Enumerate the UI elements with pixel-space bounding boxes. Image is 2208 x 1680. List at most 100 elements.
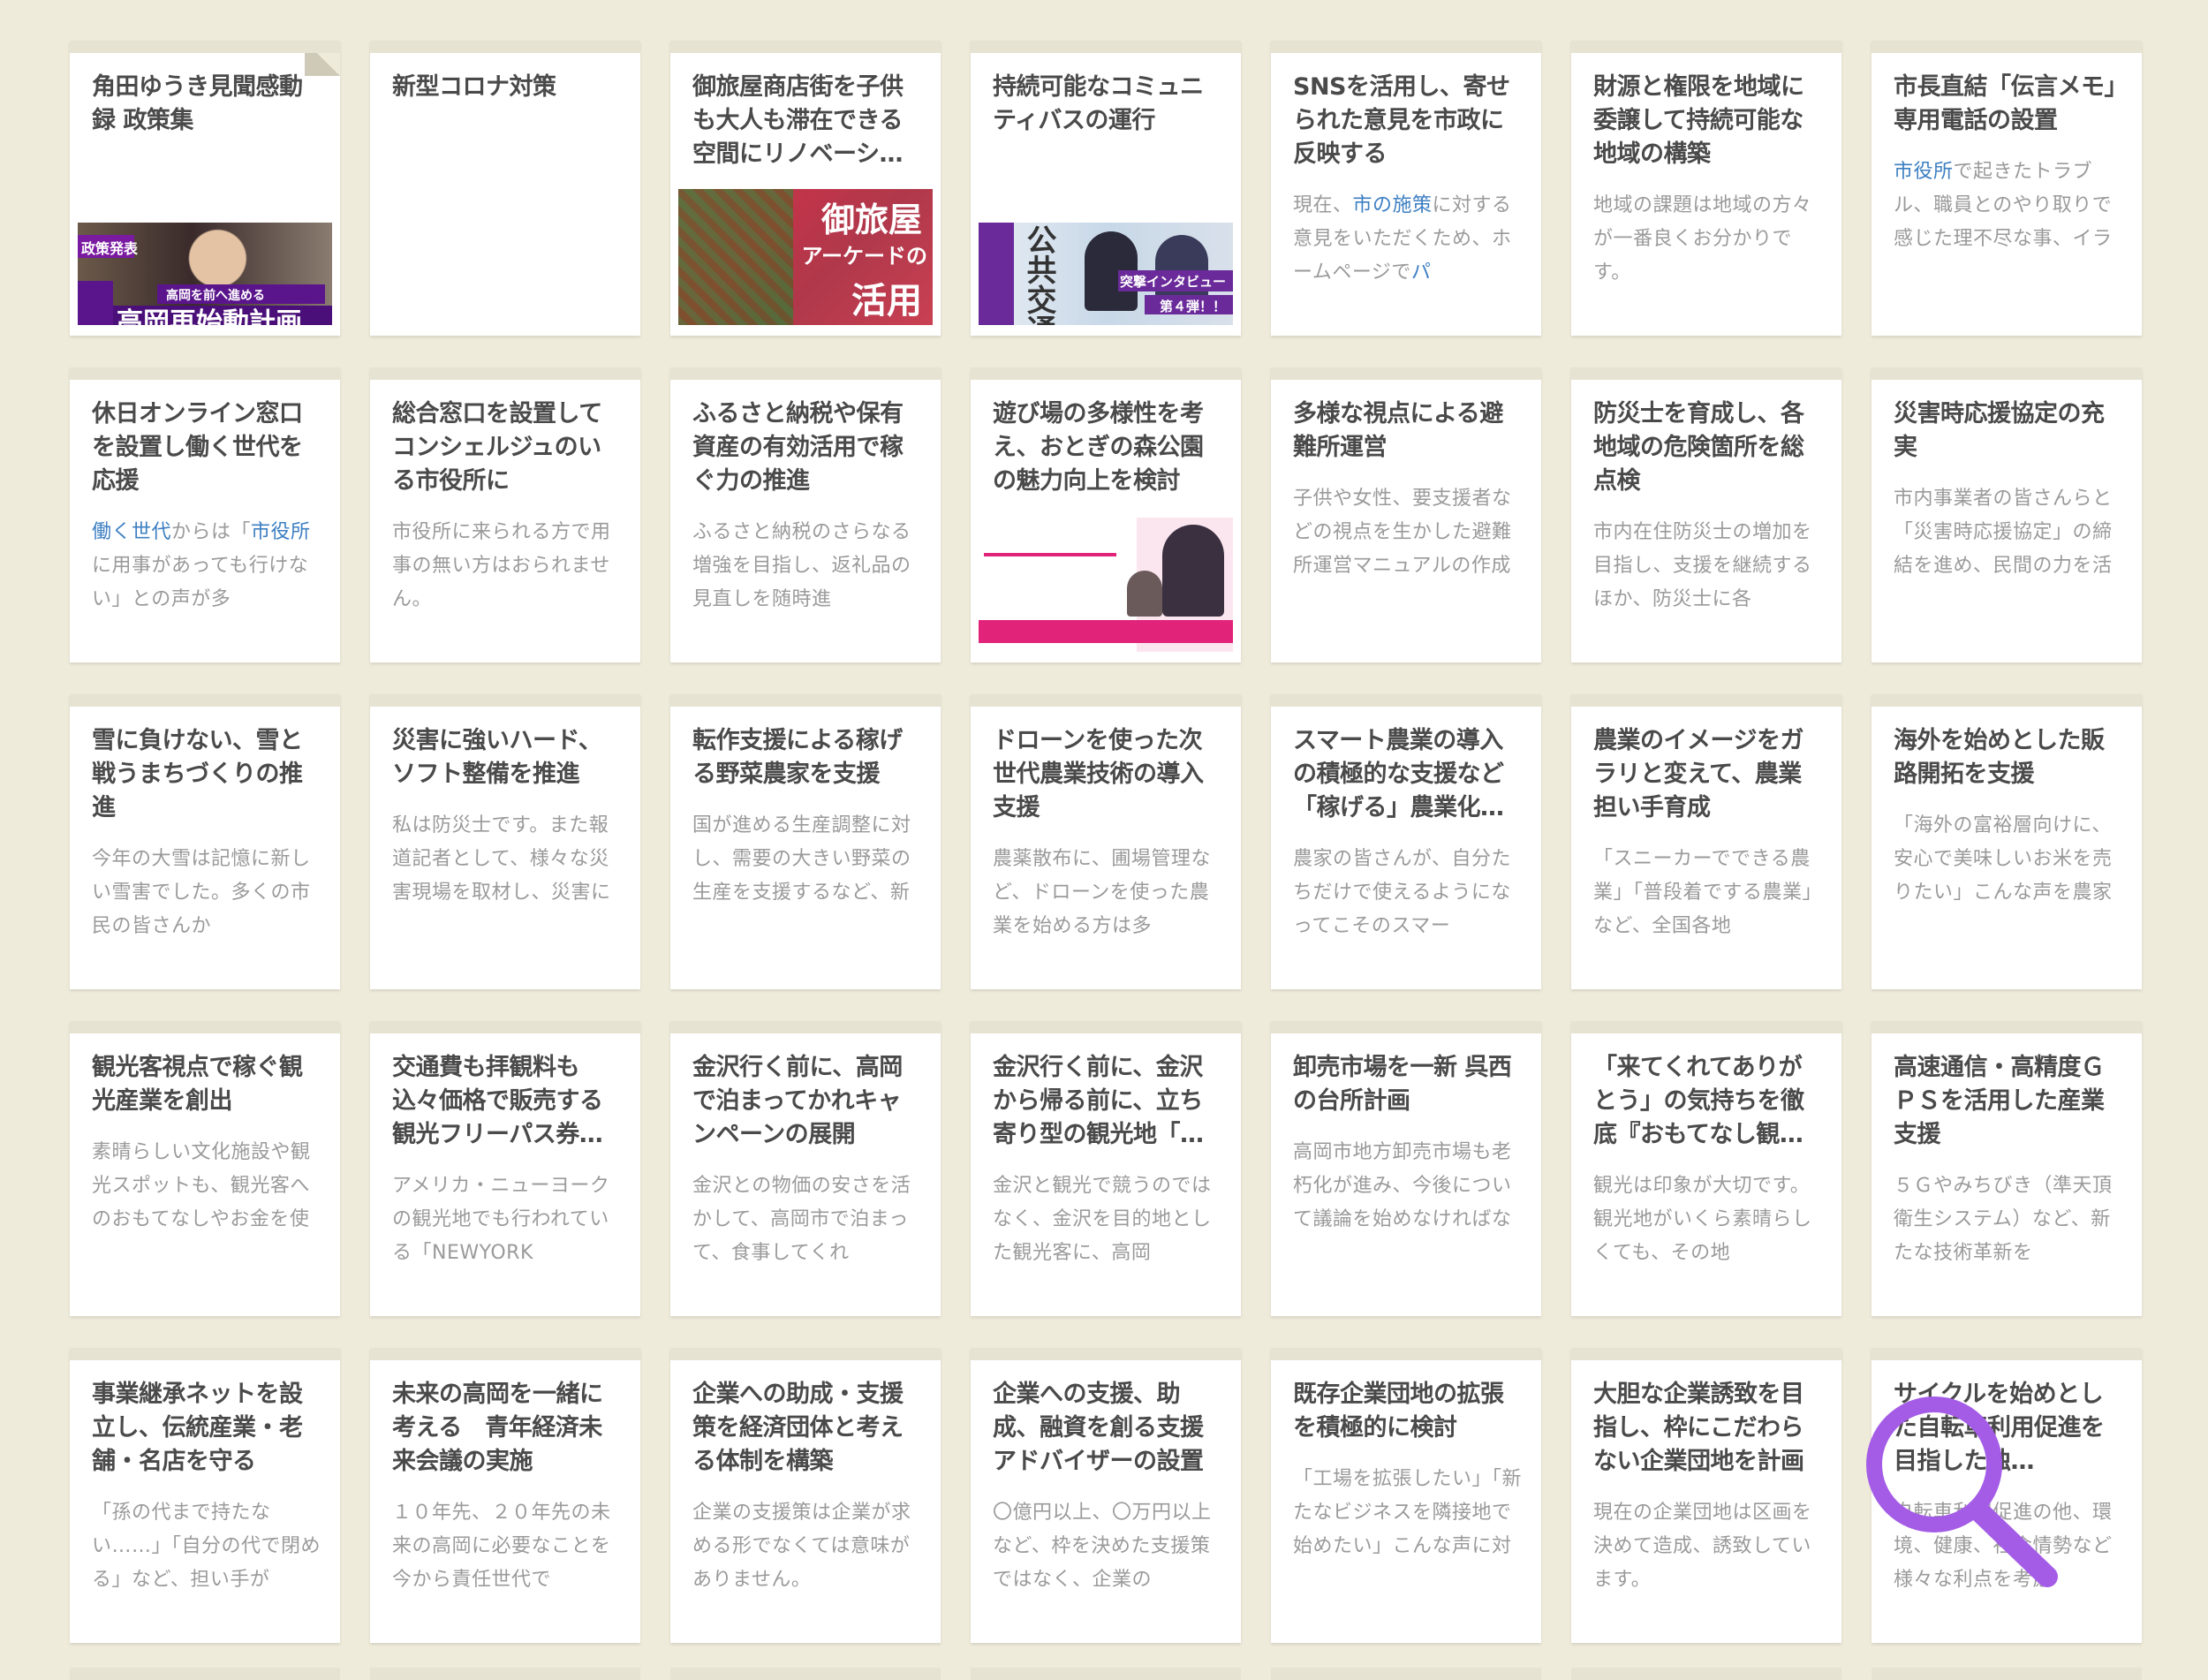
policy-card[interactable]: SNSを活用し、寄せられた意見を市政に反映する 現在、市の施策に対する意見をいただ… [1271, 41, 1541, 336]
policy-card-title[interactable]: 海外を始めとした販路開拓を支援 [1894, 724, 2122, 791]
search-icon[interactable] [1855, 1387, 2067, 1599]
policy-card[interactable]: 御旅屋商店街を子供も大人も滞在できる空間にリノベーシ… 御旅屋 アーケードの 活… [670, 41, 941, 336]
policy-card[interactable]: 卸売市場を一新 呉西の台所計画高岡市地方卸売市場も老朽化が進み、今後について議論… [1271, 1021, 1541, 1316]
excerpt-text: 「工場を拡張したい」「新たなビジネスを隣接地で始めたい」こんな声に対し、区域 [1293, 1468, 1522, 1557]
excerpt-text: 「海外の富裕層向けに、安心で美味しいお米を売りたい」こんな声を農家の皆さんから [1894, 814, 2113, 904]
policy-card[interactable]: 災害時応援協定の充実 市内事業者の皆さんらと「災害時応援協定」の締結を進め、民間の… [1872, 367, 2142, 662]
policy-card-title[interactable]: 既存企業団地の拡張を積極的に検討 [1293, 1378, 1522, 1445]
policy-card[interactable]: 事業継承ネットを設立し、伝統産業・老舗・名店を守る「孫の代まで持たない……」「自… [70, 1348, 340, 1643]
policy-card[interactable]: 金沢行く前に、金沢から帰る前に、立ち寄り型の観光地「… 金沢と観光で競うのではなく… [971, 1021, 1241, 1316]
policy-card[interactable]: 金沢行く前に、高岡で泊まってかれキャンペーンの展開 金沢との物価の安さを活かして、… [670, 1021, 941, 1316]
policy-card[interactable]: 観光客視点で稼ぐ観光産業を創出素晴らしい文化施設や観光スポットも、観光客へのおも… [70, 1021, 340, 1316]
policy-card[interactable]: 未来の高岡を一緒に考える 青年経済未来会議の実施 １０年先、２０年先の未来の高岡に… [370, 1348, 640, 1643]
policy-card[interactable]: 雪に負けない、雪と戦うまちづくりの推進 今年の大雪は記憶に新しい雪害でした。多くの… [70, 694, 340, 989]
policy-card-excerpt: １０年先、２０年先の未来の高岡に必要なことを今から責任世代で [392, 1496, 621, 1597]
policy-card-excerpt: 地域の課題は地域の方々が一番良くお分かりです。 [1593, 189, 1822, 290]
park-thumbnail[interactable] [979, 518, 1233, 652]
arcade-thumbnail[interactable]: 御旅屋 アーケードの 活用 [678, 189, 933, 325]
policy-card-title[interactable]: スマート農業の導入の積極的な支援など「稼げる」農業化… [1293, 724, 1522, 825]
policy-card-title[interactable]: 災害時応援協定の充実 [1894, 397, 2122, 465]
policy-card-excerpt: 「スニーカーでできる農業」「普段着でする農業」など、全国各地 [1593, 843, 1822, 943]
policy-card-excerpt: 国が進める生産調整に対し、需要の大きい野菜の生産を支援するなど、新しい転作に挑戦 [692, 809, 921, 910]
excerpt-link[interactable]: パ [1411, 261, 1432, 284]
policy-card[interactable]: 高速通信・高精度ＧＰＳを活用した産業支援 ５Ｇやみちびき（準天頂衛生システム）など… [1872, 1021, 2142, 1316]
policy-card-title[interactable]: SNSを活用し、寄せられた意見を市政に反映する [1293, 71, 1522, 171]
bus-thumbnail[interactable]: 公共交通 突撃インタビュー 第４弾！！ [979, 223, 1233, 325]
policy-card[interactable]: 遊び場の多様性を考え、おとぎの森公園の魅力向上を検討 [971, 367, 1241, 662]
policy-card-title[interactable]: 災害に強いハード、ソフト整備を推進 [392, 724, 621, 791]
excerpt-text: 農薬散布に、圃場管理など、ドローンを使った農業を始める方は多 [993, 848, 1211, 937]
policy-card[interactable]: 農業のイメージをガラリと変えて、農業担い手育成 「スニーカーでできる農業」「普段着… [1571, 694, 1841, 989]
policy-card[interactable]: 大胆な企業誘致を目指し、枠にこだわらない企業団地を計画 現在の企業団地は区画を決め… [1571, 1348, 1841, 1643]
policy-card-excerpt: 高岡市地方卸売市場も老朽化が進み、今後について議論を始めなければなりません。 [1293, 1136, 1522, 1237]
policy-card[interactable]: 企業への助成・支援策を経済団体と考える体制を構築 企業の支援策は企業が求める形でな… [670, 1348, 941, 1643]
policy-card-title[interactable]: 多様な視点による避難所運営 [1293, 397, 1522, 465]
policy-card[interactable]: ふるさと納税や保有資産の有効活用で稼ぐ力の推進 ふるさと納税のさらなる増強を目指し… [670, 367, 941, 662]
policy-card-title[interactable]: 農業のイメージをガラリと変えて、農業担い手育成 [1593, 724, 1822, 825]
policy-card-title[interactable]: 角田ゆうき見聞感動録 政策集 [92, 71, 321, 138]
policy-card-title[interactable]: 総合窓口を設置してコンシェルジュのいる市役所に [392, 397, 621, 498]
policy-card-excerpt: 「孫の代まで持たない……」「自分の代で閉める」など、担い手が [92, 1496, 321, 1597]
policy-card[interactable]: 財源と権限を地域に委譲して持続可能な地域の構築 地域の課題は地域の方々が一番良くお… [1571, 41, 1841, 336]
policy-thumbnail[interactable]: 政策発表 高岡を前へ進める 高岡再始動計画 [78, 223, 332, 325]
policy-card-title[interactable]: 企業への支援、助成、融資を創る支援アドバイザーの設置 [993, 1378, 1221, 1479]
policy-card[interactable]: ドローンを使った次世代農業技術の導入支援農薬散布に、圃場管理など、ドローンを使っ… [971, 694, 1241, 989]
policy-card-excerpt: 市内在住防災士の増加を目指し、支援を継続するほか、防災士に各 [1593, 516, 1822, 617]
policy-card-title[interactable]: 遊び場の多様性を考え、おとぎの森公園の魅力向上を検討 [993, 397, 1221, 498]
excerpt-text: 〇億円以上、〇万円以上など、枠を決めた支援策ではなく、企業の [993, 1502, 1212, 1591]
policy-card[interactable]: 既存企業団地の拡張を積極的に検討「工場を拡張したい」「新たなビジネスを隣接地で始… [1271, 1348, 1541, 1643]
policy-card-title[interactable]: 企業への助成・支援策を経済団体と考える体制を構築 [692, 1378, 921, 1479]
policy-card-title[interactable]: 交通費も拝観料も込々価格で販売する観光フリーパス券… [392, 1051, 621, 1152]
policy-card-title[interactable]: 財源と権限を地域に委譲して持続可能な地域の構築 [1593, 71, 1822, 171]
policy-card-title[interactable]: 新型コロナ対策 [392, 71, 621, 104]
policy-card[interactable]: 市長直結「伝言メモ」専用電話の設置 市役所で起きたトラブル、職員とのやり取りで感じ… [1872, 41, 2142, 336]
policy-card-title[interactable]: 金沢行く前に、金沢から帰る前に、立ち寄り型の観光地「… [993, 1051, 1221, 1152]
policy-card-excerpt: ５Ｇやみちびき（準天頂衛生システム）など、新たな技術革新を [1894, 1169, 2122, 1270]
policy-card-title[interactable]: 雪に負けない、雪と戦うまちづくりの推進 [92, 724, 321, 825]
policy-card-title[interactable]: 事業継承ネットを設立し、伝統産業・老舗・名店を守る [92, 1378, 321, 1479]
excerpt-link[interactable]: 働く世代 [92, 521, 171, 543]
policy-card-title[interactable]: 大胆な企業誘致を目指し、枠にこだわらない企業団地を計画 [1593, 1378, 1822, 1479]
policy-card[interactable]: 転作支援による稼げる野菜農家を支援国が進める生産調整に対し、需要の大きい野菜の生… [670, 694, 941, 989]
policy-card-excerpt: 農薬散布に、圃場管理など、ドローンを使った農業を始める方は多 [993, 843, 1221, 943]
policy-card[interactable]: 総合窓口を設置してコンシェルジュのいる市役所に市役所に来られる方で用事の無い方は… [370, 367, 640, 662]
policy-card-title[interactable]: 市長直結「伝言メモ」専用電話の設置 [1894, 71, 2122, 138]
policy-card-title[interactable]: 「来てくれてありがとう」の気持ちを徹底『おもてなし観… [1593, 1051, 1822, 1152]
policy-card[interactable]: 持続可能なコミュニティバスの運行 公共交通 突撃インタビュー 第４弾！！ [971, 41, 1241, 336]
policy-card-title[interactable]: 未来の高岡を一緒に考える 青年経済未来会議の実施 [392, 1378, 621, 1479]
policy-card-title[interactable]: 転作支援による稼げる野菜農家を支援 [692, 724, 921, 791]
policy-card[interactable]: 災害に強いハード、ソフト整備を推進 私は防災士です。また報道記者として、様々な災害… [370, 694, 640, 989]
excerpt-text: 市内在住防災士の増加を目指し、支援を継続するほか、防災士に各 [1593, 521, 1812, 610]
excerpt-text: 素晴らしい文化施設や観光スポットも、観光客へのおもてなしやお金を使う場所が無けれ [92, 1141, 311, 1230]
policy-card-title[interactable]: 卸売市場を一新 呉西の台所計画 [1293, 1051, 1522, 1118]
policy-card-title[interactable]: 持続可能なコミュニティバスの運行 [993, 71, 1221, 138]
policy-card[interactable]: 休日オンライン窓口を設置し働く世代を応援 働く世代からは「市役所に用事があっても行… [70, 367, 340, 662]
page-curl-fold [305, 53, 340, 76]
policy-card[interactable]: 多様な視点による避難所運営 子供や女性、要支援者などの視点を生かした避難所運営マニ… [1271, 367, 1541, 662]
policy-card-title[interactable]: 高速通信・高精度ＧＰＳを活用した産業支援 [1894, 1051, 2122, 1152]
policy-card[interactable]: 角田ゆうき見聞感動録 政策集 政策発表 高岡を前へ進める 高岡再始動計画 [70, 41, 340, 336]
excerpt-link[interactable]: 市役所 [1894, 161, 1954, 183]
excerpt-text: 市役所に来られる方で用事の無い方はおられません。 [392, 521, 611, 610]
policy-card-title[interactable]: 観光客視点で稼ぐ観光産業を創出 [92, 1051, 321, 1118]
policy-card-title[interactable]: ドローンを使った次世代農業技術の導入支援 [993, 724, 1221, 825]
policy-card[interactable]: スマート農業の導入の積極的な支援など「稼げる」農業化… 農家の皆さんが、自分たちだ… [1271, 694, 1541, 989]
policy-card[interactable]: 海外を始めとした販路開拓を支援「海外の富裕層向けに、安心で美味しいお米を売りたい… [1872, 694, 2142, 989]
policy-card-title[interactable]: 御旅屋商店街を子供も大人も滞在できる空間にリノベーシ… [692, 71, 921, 171]
policy-card[interactable]: 交通費も拝観料も込々価格で販売する観光フリーパス券… アメリカ・ニューヨークの観光… [370, 1021, 640, 1316]
policy-card[interactable]: 防災士を育成し、各地域の危険箇所を総点検市内在住防災士の増加を目指し、支援を継続… [1571, 367, 1841, 662]
policy-card-title[interactable]: 防災士を育成し、各地域の危険箇所を総点検 [1593, 397, 1822, 498]
policy-card-title[interactable]: ふるさと納税や保有資産の有効活用で稼ぐ力の推進 [692, 397, 921, 498]
policy-card[interactable]: 「来てくれてありがとう」の気持ちを徹底『おもてなし観… 観光は印象が大切です。観光… [1571, 1021, 1841, 1316]
policy-card-excerpt: 〇億円以上、〇万円以上など、枠を決めた支援策ではなく、企業の [993, 1496, 1221, 1597]
policy-card-title[interactable]: 休日オンライン窓口を設置し働く世代を応援 [92, 397, 321, 498]
policy-card[interactable]: 新型コロナ対策 [370, 41, 640, 336]
policy-card-excerpt: 現在、市の施策に対する意見をいただくため、ホームページでパ [1293, 189, 1522, 290]
policy-card-excerpt: 今年の大雪は記憶に新しい雪害でした。多くの市民の皆さんか [92, 843, 321, 943]
excerpt-link[interactable]: 市役所 [251, 521, 311, 543]
policy-card-title[interactable]: 金沢行く前に、高岡で泊まってかれキャンペーンの展開 [692, 1051, 921, 1152]
excerpt-text: 「孫の代まで持たない……」「自分の代で閉める」など、担い手が [92, 1502, 321, 1591]
policy-card[interactable]: 企業への支援、助成、融資を創る支援アドバイザーの設置〇億円以上、〇万円以上など、… [971, 1348, 1241, 1643]
excerpt-text: 観光は印象が大切です。観光地がいくら素晴らしくても、その地 [1593, 1175, 1812, 1264]
excerpt-link[interactable]: 市の施策 [1353, 194, 1433, 216]
